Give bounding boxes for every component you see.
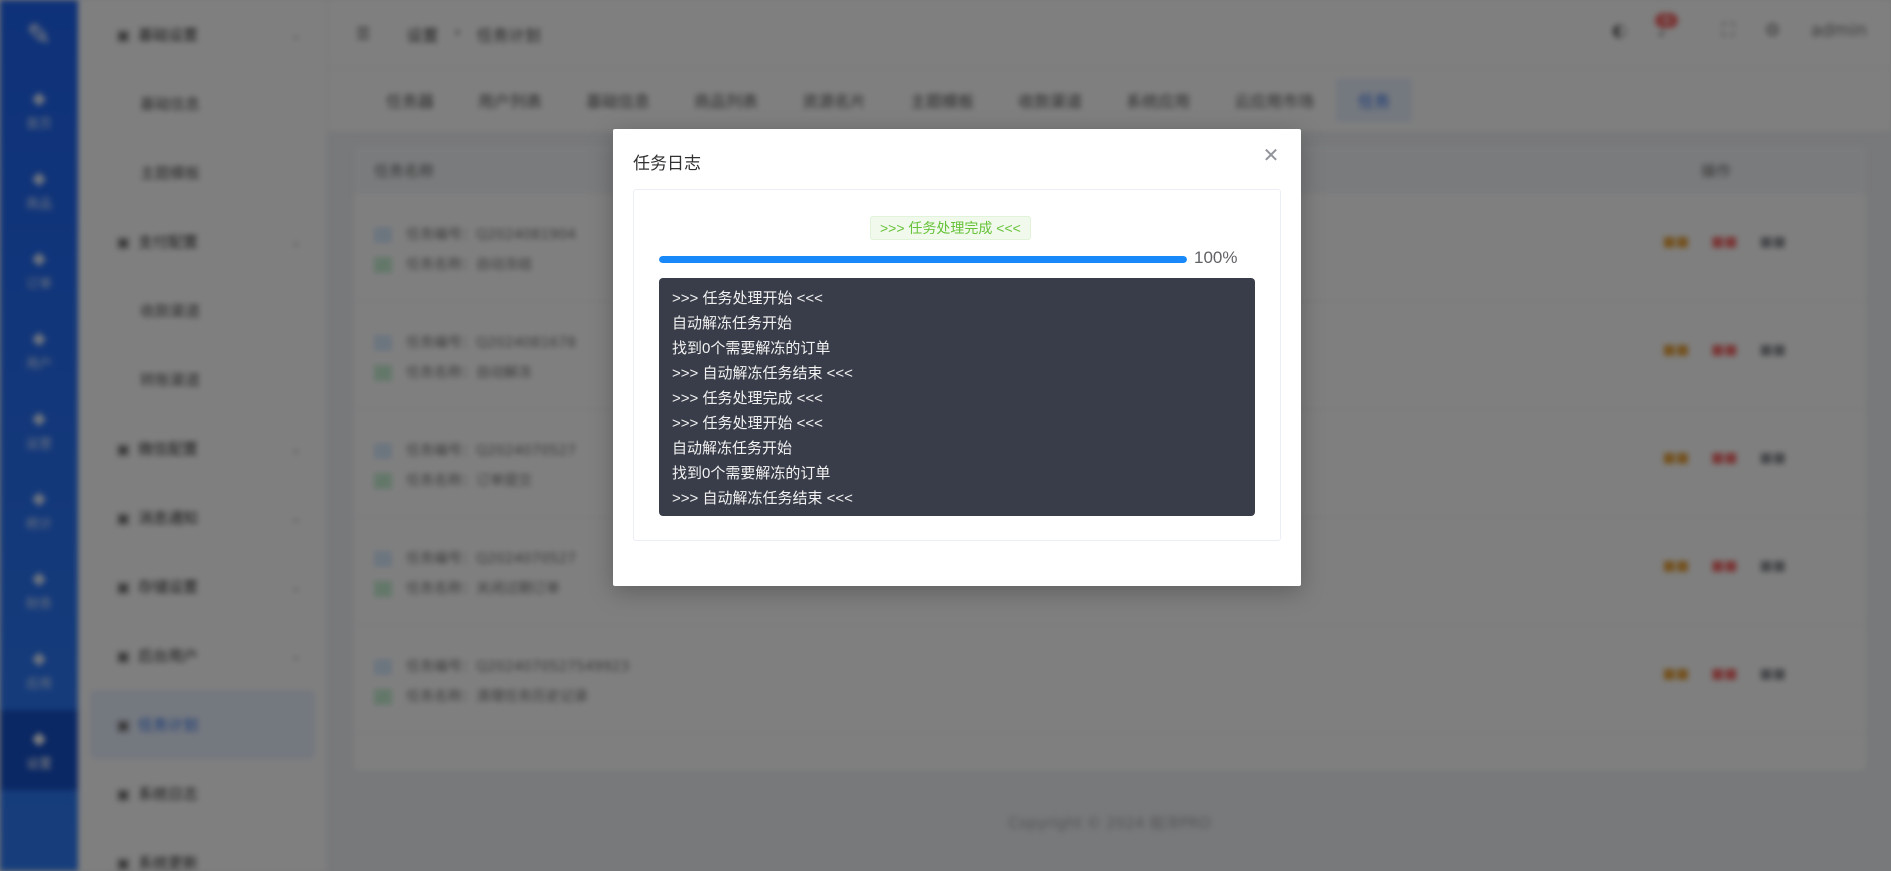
log-line: >>> 自动解冻任务结束 <<< xyxy=(672,365,853,382)
log-line: >>> 任务处理开始 <<< xyxy=(672,415,823,432)
log-console[interactable]: >>> 任务处理开始 <<< 自动解冻任务开始 找到0个需要解冻的订单 >>> 自动解… xyxy=(659,278,1255,516)
log-line: 自动解冻任务开始 xyxy=(672,440,793,457)
status-tag: >>> 任务处理完成 <<< xyxy=(870,216,1031,240)
dialog-body: >>> 任务处理完成 <<< 100% >>> 任务处理开始 <<< 自动解冻任务… xyxy=(633,189,1281,541)
log-line: >>> 任务处理完成 <<< xyxy=(672,390,823,407)
progress-bar xyxy=(659,256,1187,263)
log-line: >>> 自动解冻任务结束 <<< xyxy=(672,490,853,507)
task-log-dialog: 任务日志 ✕ >>> 任务处理完成 <<< 100% >>> 任务处理开始 <<… xyxy=(613,129,1301,586)
close-icon[interactable]: ✕ xyxy=(1259,143,1283,167)
log-line: 找到0个需要解冻的订单 xyxy=(672,465,831,482)
dialog-title: 任务日志 xyxy=(633,154,701,173)
log-line: >>> 任务处理开始 <<< xyxy=(672,290,823,307)
progress-fill xyxy=(659,256,1187,263)
log-line: 自动解冻任务开始 xyxy=(672,315,793,332)
log-line: 找到0个需要解冻的订单 xyxy=(672,340,831,357)
progress-label: 100% xyxy=(1194,248,1238,267)
